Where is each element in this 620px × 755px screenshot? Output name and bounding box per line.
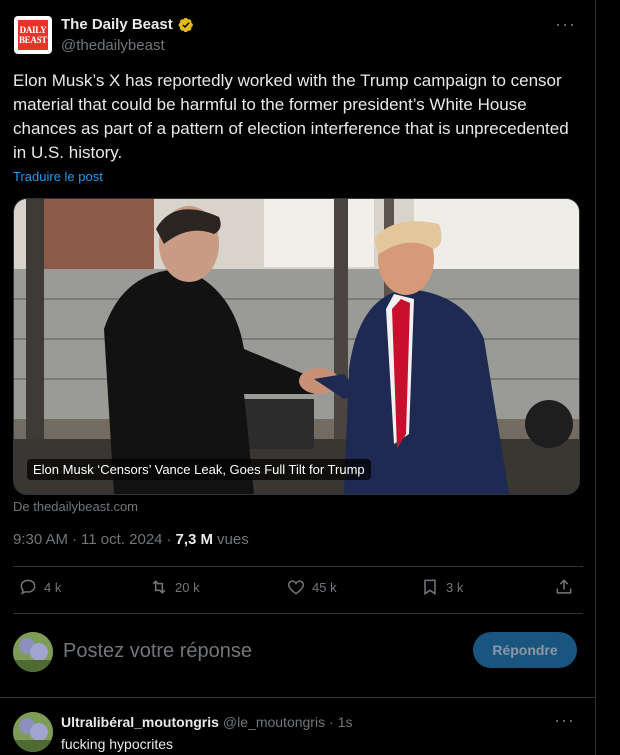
share-icon: [556, 579, 572, 594]
reply-input[interactable]: Postez votre réponse: [63, 640, 252, 663]
tweet-date[interactable]: 11 oct. 2024: [81, 531, 162, 548]
share-button[interactable]: [554, 577, 574, 597]
reply-display-name[interactable]: Ultralibéral_moutongris: [61, 714, 219, 730]
divider: [13, 613, 583, 614]
timeline-column: DAILY BEAST The Daily Beast @thedailybea…: [0, 0, 596, 755]
reply-handle[interactable]: @le_moutongris: [223, 714, 325, 730]
tweet-header: DAILY BEAST The Daily Beast @thedailybea…: [14, 12, 584, 56]
reply-composer: Postez votre réponse Répondre: [13, 628, 583, 678]
reply-text: fucking hypocrites: [61, 736, 174, 752]
divider: [0, 697, 595, 698]
reply-icon: [20, 579, 36, 595]
bookmark-icon: [424, 579, 436, 596]
reply-header: Ultralibéral_moutongris @le_moutongris ·…: [61, 714, 353, 730]
daily-beast-logo: DAILY BEAST: [18, 20, 48, 50]
repost-count: 20 k: [175, 579, 200, 595]
like-count: 45 k: [312, 579, 337, 595]
news-photo: [14, 199, 579, 494]
more-options-icon[interactable]: ···: [554, 710, 575, 731]
heart-icon: [287, 580, 305, 595]
account-avatar[interactable]: DAILY BEAST: [14, 16, 52, 54]
meta-separator: ·: [166, 531, 172, 548]
reply-count: 4 k: [44, 579, 62, 595]
reply-item[interactable]: Ultralibéral_moutongris @le_moutongris ·…: [13, 710, 583, 755]
meta-separator: ·: [72, 531, 78, 548]
reply-time[interactable]: 1s: [338, 714, 353, 730]
reply-submit-button[interactable]: Répondre: [473, 632, 577, 668]
reply-avatar[interactable]: [13, 712, 53, 752]
view-label: vues: [217, 531, 249, 548]
tweet-time[interactable]: 9:30 AM: [13, 531, 68, 548]
display-name[interactable]: The Daily Beast: [61, 16, 173, 33]
logo-text-top: DAILY: [19, 25, 47, 35]
tweet-meta: 9:30 AM · 11 oct. 2024 · 7,3 M vues: [13, 531, 249, 548]
link-card-image[interactable]: Elon Musk ‘Censors’ Vance Leak, Goes Ful…: [13, 198, 580, 495]
account-handle[interactable]: @thedailybeast: [61, 37, 165, 54]
translate-link[interactable]: Traduire le post: [13, 169, 103, 184]
divider: [13, 566, 583, 567]
verified-badge-icon: [178, 17, 193, 32]
avatar-image: [13, 712, 53, 752]
more-options-icon[interactable]: ···: [555, 14, 576, 35]
view-count: 7,3 M: [175, 531, 214, 548]
tweet-actions: 4 k 20 k 45 k 3 k: [13, 573, 583, 607]
link-card-source[interactable]: De thedailybeast.com: [13, 499, 138, 514]
tweet-text: Elon Musk’s X has reportedly worked with…: [13, 71, 569, 162]
repost-button[interactable]: 20 k: [149, 577, 200, 597]
link-card-title: Elon Musk ‘Censors’ Vance Leak, Goes Ful…: [27, 459, 371, 480]
bookmark-count: 3 k: [446, 579, 464, 595]
logo-text-bottom: BEAST: [18, 35, 47, 45]
reply-button[interactable]: 4 k: [18, 577, 61, 597]
name-row: The Daily Beast: [61, 16, 194, 33]
avatar-image: [13, 632, 53, 672]
repost-icon: [152, 580, 166, 594]
bookmark-button[interactable]: 3 k: [420, 577, 463, 597]
meta-separator: ·: [329, 714, 334, 730]
user-avatar[interactable]: [13, 632, 53, 672]
like-button[interactable]: 45 k: [286, 577, 337, 597]
